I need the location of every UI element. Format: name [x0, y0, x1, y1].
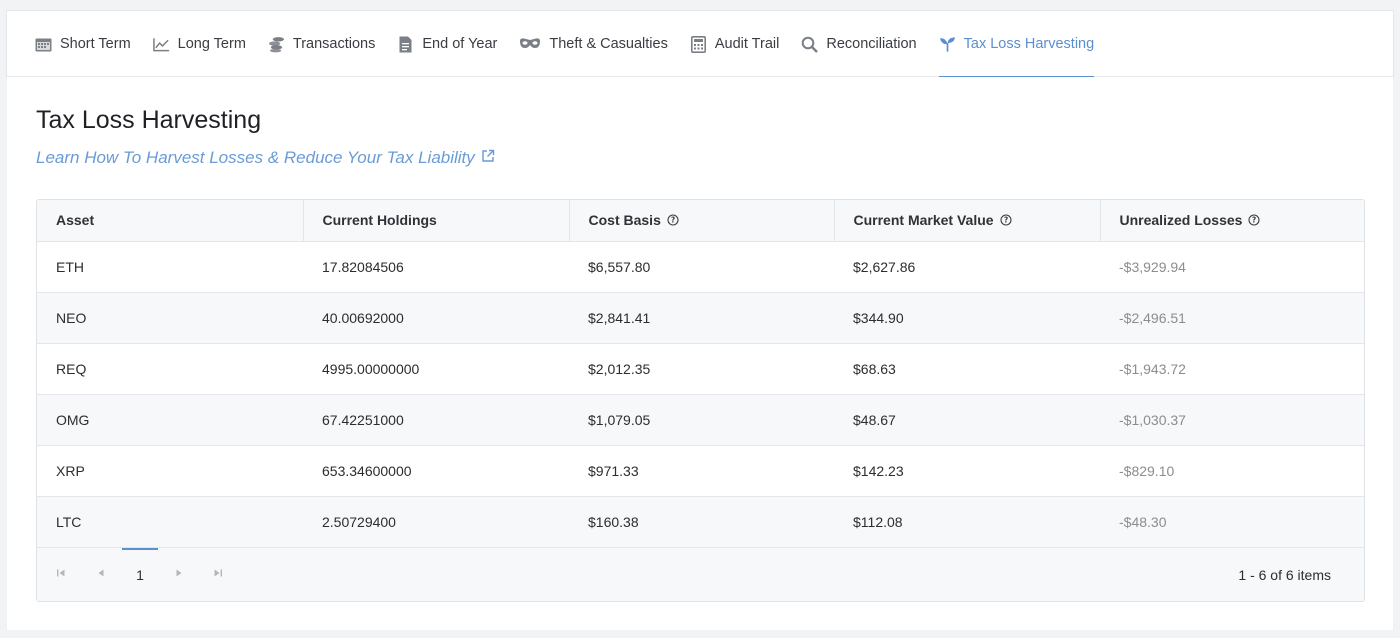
tab-list: Short Term Long Term Transactions End of… [35, 11, 1116, 78]
cell-asset: XRP [37, 445, 303, 497]
cell-holdings: 67.42251000 [303, 394, 569, 446]
table-row: OMG 67.42251000 $1,079.05 $48.67 -$1,030… [37, 394, 1364, 446]
external-link-icon [481, 148, 495, 168]
table-row: LTC 2.50729400 $160.38 $112.08 -$48.30 [37, 496, 1364, 548]
tab-long-term[interactable]: Long Term [152, 11, 246, 77]
tab-label: Transactions [292, 36, 376, 52]
help-icon[interactable]: ? [667, 213, 679, 229]
tab-reconciliation[interactable]: Reconciliation [801, 11, 917, 77]
tab-label: Tax Loss Harvesting [963, 36, 1095, 52]
line-chart-icon [152, 36, 170, 53]
tab-label: Short Term [60, 36, 131, 52]
tab-tax-loss-harvesting[interactable]: Tax Loss Harvesting [938, 11, 1095, 78]
learn-link-label: Learn How To Harvest Losses & Reduce You… [36, 148, 475, 167]
svg-text:?: ? [1003, 215, 1007, 224]
cell-cost-basis: $2,841.41 [569, 292, 834, 344]
last-page-icon[interactable] [213, 568, 223, 581]
pagination-bar: 1 1 - 6 of 6 items [37, 548, 1364, 601]
cell-cost-basis: $971.33 [569, 445, 834, 497]
first-page-icon[interactable] [56, 568, 66, 581]
cell-holdings: 17.82084506 [303, 241, 569, 293]
learn-link[interactable]: Learn How To Harvest Losses & Reduce You… [36, 148, 495, 168]
table-header-row: Asset Current Holdings Cost Basis? Curre… [37, 200, 1364, 242]
column-header-unrealized-losses[interactable]: Unrealized Losses? [1099, 200, 1364, 242]
cell-holdings: 653.34600000 [303, 445, 569, 497]
cell-asset: ETH [37, 241, 303, 293]
cell-holdings: 2.50729400 [303, 496, 569, 548]
column-header-cost-basis[interactable]: Cost Basis? [568, 200, 834, 242]
previous-page-icon[interactable] [96, 568, 106, 581]
sprout-icon [939, 36, 956, 53]
next-page-icon[interactable] [174, 568, 184, 581]
svg-text:?: ? [1252, 215, 1256, 224]
page-title: Tax Loss Harvesting [36, 106, 262, 134]
cell-asset: OMG [37, 394, 303, 446]
column-header-asset[interactable]: Asset [37, 200, 303, 242]
cell-unrealized-loss: -$829.10 [1100, 445, 1364, 497]
cell-market-value: $142.23 [834, 445, 1100, 497]
svg-text:?: ? [671, 215, 675, 224]
mask-icon [519, 36, 541, 53]
cell-asset: LTC [37, 496, 303, 548]
report-tabbar: Short Term Long Term Transactions End of… [6, 10, 1394, 78]
cell-cost-basis: $160.38 [569, 496, 834, 548]
cell-asset: NEO [37, 292, 303, 344]
tab-theft-casualties[interactable]: Theft & Casualties [519, 11, 668, 77]
column-header-current-holdings[interactable]: Current Holdings [302, 200, 569, 242]
cell-market-value: $344.90 [834, 292, 1100, 344]
tab-end-of-year[interactable]: End of Year [397, 11, 497, 77]
tab-label: Long Term [177, 36, 246, 52]
cell-unrealized-loss: -$1,030.37 [1100, 394, 1364, 446]
cell-holdings: 4995.00000000 [303, 343, 569, 395]
cell-unrealized-loss: -$3,929.94 [1100, 241, 1364, 293]
cell-unrealized-loss: -$48.30 [1100, 496, 1364, 548]
cell-cost-basis: $1,079.05 [569, 394, 834, 446]
main-content: Tax Loss Harvesting Learn How To Harvest… [6, 77, 1394, 630]
pagination-info: 1 - 6 of 6 items [1238, 567, 1331, 583]
search-icon [801, 36, 819, 53]
column-header-current-market-value[interactable]: Current Market Value? [833, 200, 1100, 242]
cell-asset: REQ [37, 343, 303, 395]
help-icon[interactable]: ? [1248, 213, 1260, 229]
cell-holdings: 40.00692000 [303, 292, 569, 344]
tab-label: Reconciliation [826, 36, 917, 52]
table-row: NEO 40.00692000 $2,841.41 $344.90 -$2,49… [37, 292, 1364, 344]
cell-unrealized-loss: -$2,496.51 [1100, 292, 1364, 344]
cell-unrealized-loss: -$1,943.72 [1100, 343, 1364, 395]
cell-market-value: $48.67 [834, 394, 1100, 446]
help-icon[interactable]: ? [1000, 213, 1012, 229]
table-row: REQ 4995.00000000 $2,012.35 $68.63 -$1,9… [37, 343, 1364, 395]
table-row: ETH 17.82084506 $6,557.80 $2,627.86 -$3,… [37, 241, 1364, 293]
tab-label: Theft & Casualties [549, 36, 668, 52]
cell-cost-basis: $6,557.80 [569, 241, 834, 293]
cell-market-value: $112.08 [834, 496, 1100, 548]
tab-audit-trail[interactable]: Audit Trail [690, 11, 779, 77]
tab-label: End of Year [422, 36, 498, 52]
tab-short-term[interactable]: Short Term [35, 11, 131, 77]
loss-table: Asset Current Holdings Cost Basis? Curre… [36, 199, 1365, 602]
tab-label: Audit Trail [714, 36, 780, 52]
coins-icon [268, 36, 285, 53]
calculator-icon [690, 35, 707, 53]
page-number-button[interactable]: 1 [122, 548, 158, 601]
cell-market-value: $2,627.86 [834, 241, 1100, 293]
tab-transactions[interactable]: Transactions [268, 11, 375, 77]
cell-market-value: $68.63 [834, 343, 1100, 395]
table-row: XRP 653.34600000 $971.33 $142.23 -$829.1… [37, 445, 1364, 497]
calendar-icon [35, 36, 52, 53]
cell-cost-basis: $2,012.35 [569, 343, 834, 395]
document-icon [397, 36, 414, 53]
